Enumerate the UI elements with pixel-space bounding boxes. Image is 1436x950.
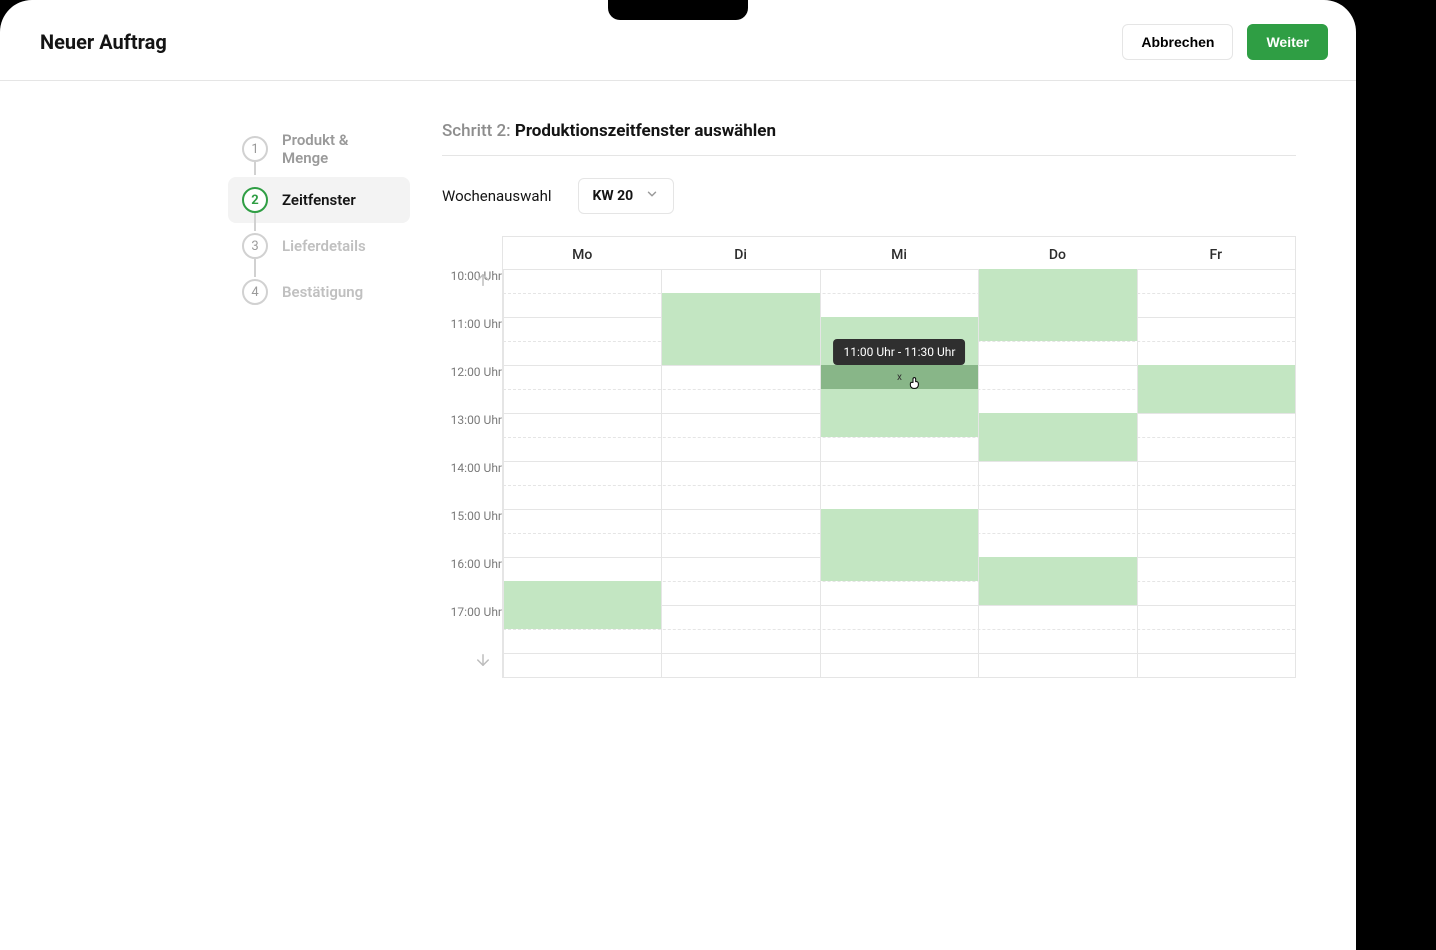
continue-button[interactable]: Weiter <box>1247 24 1328 60</box>
calendar-grid: Mo Di Mi Do Fr x 11:00 Uhr - 11:30 Uhr <box>502 236 1296 678</box>
pointer-cursor-icon <box>907 375 923 395</box>
main-title: Schritt 2: Produktionszeitfenster auswäh… <box>442 121 1296 156</box>
step-timeframe[interactable]: 2 Zeitfenster <box>228 177 410 223</box>
content: 1 Produkt & Menge 2 Zeitfenster 3 Liefer… <box>0 81 1356 718</box>
available-slot[interactable] <box>821 509 978 581</box>
calendar: 10:00 Uhr11:00 Uhr12:00 Uhr13:00 Uhr14:0… <box>442 236 1296 678</box>
day-header: Fr <box>1137 237 1295 269</box>
step-product[interactable]: 1 Produkt & Menge <box>228 121 410 177</box>
cancel-button[interactable]: Abbrechen <box>1122 24 1233 60</box>
available-slot[interactable] <box>979 557 1136 605</box>
close-icon[interactable]: x <box>897 372 902 383</box>
scroll-up-button[interactable] <box>470 267 496 297</box>
step-number: 2 <box>242 187 268 213</box>
week-select[interactable]: KW 20 <box>578 178 675 214</box>
week-select-value: KW 20 <box>593 188 634 204</box>
device-notch <box>608 0 748 20</box>
available-slot[interactable] <box>1138 365 1295 413</box>
available-slot[interactable] <box>979 269 1136 341</box>
chevron-down-icon <box>645 187 659 205</box>
slot-tooltip: 11:00 Uhr - 11:30 Uhr <box>834 339 966 365</box>
day-header: Do <box>978 237 1136 269</box>
selected-slot[interactable]: x <box>821 365 978 389</box>
day-column-fr[interactable] <box>1137 269 1295 677</box>
day-column-mo[interactable] <box>503 269 661 677</box>
step-label: Zeitfenster <box>282 191 356 209</box>
page-title: Neuer Auftrag <box>40 30 167 54</box>
device-frame: Neuer Auftrag Abbrechen Weiter 1 Produkt… <box>0 0 1356 950</box>
available-slot[interactable] <box>662 293 819 365</box>
available-slot[interactable] <box>979 413 1136 461</box>
step-number: 1 <box>242 136 268 162</box>
available-slot[interactable] <box>504 581 661 629</box>
day-column-di[interactable] <box>661 269 819 677</box>
step-label: Lieferdetails <box>282 237 366 255</box>
calendar-body[interactable]: x 11:00 Uhr - 11:30 Uhr <box>503 269 1295 677</box>
step-label: Produkt & Menge <box>282 131 396 167</box>
day-header: Mo <box>503 237 661 269</box>
week-label: Wochenauswahl <box>442 187 552 205</box>
day-headers: Mo Di Mi Do Fr <box>503 237 1295 269</box>
step-prefix: Schritt 2: <box>442 121 511 141</box>
day-column-mi[interactable]: x 11:00 Uhr - 11:30 Uhr <box>820 269 978 677</box>
step-label: Bestätigung <box>282 283 363 301</box>
day-header: Di <box>661 237 819 269</box>
step-number: 4 <box>242 279 268 305</box>
step-number: 3 <box>242 233 268 259</box>
step-title: Produktionszeitfenster auswählen <box>515 121 776 141</box>
main-panel: Schritt 2: Produktionszeitfenster auswäh… <box>442 121 1296 678</box>
week-row: Wochenauswahl KW 20 <box>442 178 1296 214</box>
top-bar-actions: Abbrechen Weiter <box>1122 24 1328 60</box>
scroll-down-button[interactable] <box>470 647 496 677</box>
stepper: 1 Produkt & Menge 2 Zeitfenster 3 Liefer… <box>0 121 410 678</box>
day-header: Mi <box>820 237 978 269</box>
day-column-do[interactable] <box>978 269 1136 677</box>
